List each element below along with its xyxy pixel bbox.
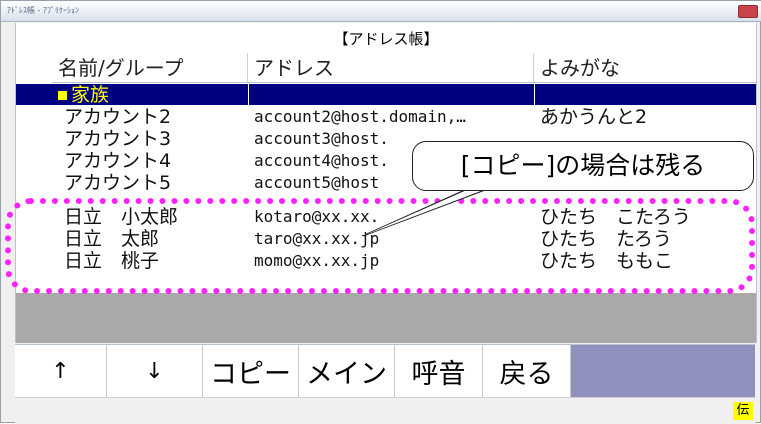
- column-header-reading[interactable]: よみがな: [534, 53, 756, 83]
- group-name: 家族: [71, 84, 110, 105]
- bottom-toolbar: ↑ ↓ コピー メイン 呼音 戻る: [15, 344, 755, 397]
- app-window: ｱﾄﾞﾚｽ帳 - ｱﾌﾟﾘｹｰｼｮﾝ 【アドレス帳】 名前/グループ アドレス …: [0, 0, 761, 424]
- group-row[interactable]: 家族: [16, 84, 756, 105]
- callout-box: [コピー]の場合は残る: [412, 141, 754, 191]
- scroll-up-button[interactable]: ↑: [15, 345, 107, 397]
- status-bar: 伝: [15, 397, 755, 424]
- row-name: アカウント3: [64, 128, 172, 149]
- column-separator: [534, 84, 535, 105]
- row-reading: ひたち ももこ: [540, 250, 674, 271]
- blank-button: [571, 345, 755, 397]
- table-row[interactable]: 日立 太郎 taro@xx.xx.jp ひたち たろう: [16, 228, 756, 249]
- row-reading: ひたち たろう: [540, 228, 672, 249]
- row-address: account2@host.domain,…: [254, 107, 466, 126]
- column-header-address[interactable]: アドレス: [248, 53, 534, 83]
- row-name: アカウント5: [64, 172, 172, 193]
- row-name: 日立 太郎: [64, 228, 160, 249]
- page-title: 【アドレス帳】: [333, 30, 439, 48]
- row-name: アカウント2: [64, 106, 172, 127]
- title-bar: ｱﾄﾞﾚｽ帳 - ｱﾌﾟﾘｹｰｼｮﾝ: [1, 1, 761, 22]
- column-separator: [248, 84, 249, 105]
- window-title: ｱﾄﾞﾚｽ帳 - ｱﾌﾟﾘｹｰｼｮﾝ: [7, 6, 79, 15]
- close-icon[interactable]: [738, 5, 758, 18]
- row-name: 日立 小太郎: [64, 206, 179, 227]
- row-name: アカウント4: [64, 150, 172, 171]
- row-address: taro@xx.xx.jp: [254, 229, 380, 248]
- column-header-name[interactable]: 名前/グループ: [52, 53, 248, 83]
- row-reading: ひたち こたろう: [540, 206, 691, 227]
- group-square-icon: [58, 91, 67, 100]
- screen-header: 【アドレス帳】: [15, 23, 757, 53]
- empty-list-area: [16, 293, 756, 343]
- row-reading: あかうんと2: [540, 106, 648, 127]
- group-cell: 家族: [52, 84, 248, 105]
- row-address: kotaro@xx.xx.: [254, 207, 380, 226]
- table-row[interactable]: 日立 小太郎 kotaro@xx.xx. ひたち こたろう: [16, 206, 756, 227]
- address-table: 名前/グループ アドレス よみがな 家族 アカウント2 account2@hos…: [15, 53, 757, 343]
- main-button[interactable]: メイン: [299, 345, 395, 397]
- ringtone-button[interactable]: 呼音: [395, 345, 483, 397]
- table-row[interactable]: アカウント2 account2@host.domain,… あかうんと2: [16, 106, 756, 127]
- row-name: 日立 桃子: [64, 250, 160, 271]
- scroll-down-button[interactable]: ↓: [107, 345, 203, 397]
- status-badge: 伝: [733, 402, 753, 420]
- back-button[interactable]: 戻る: [483, 345, 571, 397]
- row-address: momo@xx.xx.jp: [254, 251, 380, 270]
- copy-button[interactable]: コピー: [203, 345, 299, 397]
- table-row[interactable]: 日立 桃子 momo@xx.xx.jp ひたち ももこ: [16, 250, 756, 271]
